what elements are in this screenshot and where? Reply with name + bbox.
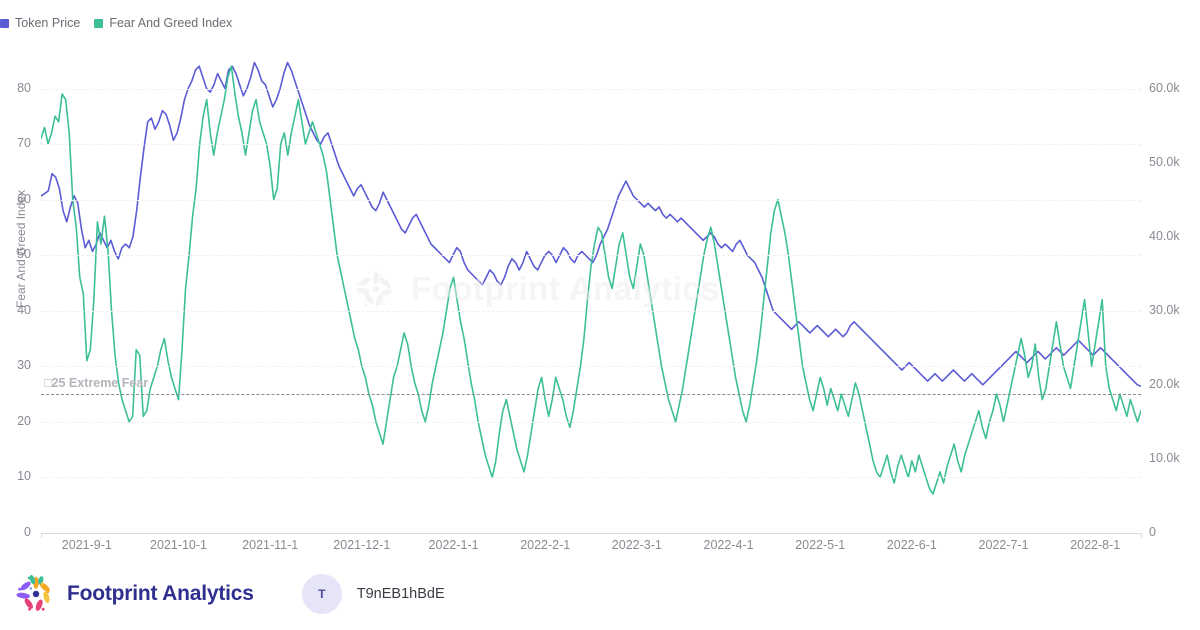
y-axis-right-tick-label: 60.0k xyxy=(1149,81,1180,95)
series-line-fear-and-greed-index xyxy=(41,66,1141,494)
legend-swatch-icon xyxy=(94,19,103,28)
gridline xyxy=(41,255,1141,256)
avatar: T xyxy=(302,574,342,614)
y-axis-left-tick-label: 60 xyxy=(0,192,31,206)
y-axis-left-tick-label: 70 xyxy=(0,136,31,150)
y-axis-right-tick-label: 40.0k xyxy=(1149,229,1180,243)
y-axis-right-tick-label: 20.0k xyxy=(1149,377,1180,391)
footprint-flower-logo-icon xyxy=(16,574,56,614)
y-axis-right-tick-label: 50.0k xyxy=(1149,155,1180,169)
y-axis-right-tick-label: 10.0k xyxy=(1149,451,1180,465)
x-axis-tick-label: 2022-7-1 xyxy=(979,538,1029,552)
x-axis-tick-label: 2022-6-1 xyxy=(887,538,937,552)
gridline xyxy=(41,311,1141,312)
y-axis-right-tick-label: 30.0k xyxy=(1149,303,1180,317)
x-axis-tick-label: 2022-3-1 xyxy=(612,538,662,552)
footer: Footprint Analytics T T9nEB1hBdE xyxy=(0,558,1200,630)
token-name: T9nEB1hBdE xyxy=(357,586,445,602)
y-axis-left-tick-label: 30 xyxy=(0,358,31,372)
x-axis-tick-label: 2022-1-1 xyxy=(429,538,479,552)
y-axis-left-tick-label: 80 xyxy=(0,81,31,95)
x-axis-tick-label: 2021-12-1 xyxy=(333,538,390,552)
x-axis-tick-label: 2022-8-1 xyxy=(1070,538,1120,552)
gridline xyxy=(41,422,1141,423)
legend-item-label: Token Price xyxy=(15,17,80,30)
x-axis-tick-label: 2022-2-1 xyxy=(520,538,570,552)
x-axis-tick-label: 2021-10-1 xyxy=(150,538,207,552)
legend-item-label: Fear And Greed Index xyxy=(109,17,232,30)
y-axis-left-tick-label: 50 xyxy=(0,247,31,261)
y-axis-left-tick-label: 10 xyxy=(0,469,31,483)
x-axis-tick-label: 2022-4-1 xyxy=(704,538,754,552)
chart-canvas xyxy=(41,44,1141,533)
chart-page: Token Price Fear And Greed Index Fear An… xyxy=(0,0,1200,630)
y-axis-left-tick-label: 40 xyxy=(0,303,31,317)
x-axis-tick-label: 2021-9-1 xyxy=(62,538,112,552)
series-line-token-price xyxy=(41,63,1141,387)
plot-area: □25 Extreme Fear xyxy=(41,44,1141,533)
x-axis-tick-label: 2021-11-1 xyxy=(242,538,298,552)
legend-swatch-icon xyxy=(0,19,9,28)
y-axis-left-tick-label: 20 xyxy=(0,414,31,428)
gridline xyxy=(41,200,1141,201)
legend-item-token-price[interactable]: Token Price xyxy=(0,17,80,30)
x-axis-tick xyxy=(41,533,42,538)
reference-line-label: □25 Extreme Fear xyxy=(44,376,148,390)
brand-name: Footprint Analytics xyxy=(67,582,254,606)
x-axis-line xyxy=(41,533,1141,534)
y-axis-right-tick-label: 0 xyxy=(1149,525,1156,539)
x-axis-tick xyxy=(1141,533,1142,538)
token-info[interactable]: T T9nEB1hBdE xyxy=(302,574,445,614)
gridline xyxy=(41,366,1141,367)
gridline xyxy=(41,89,1141,90)
chart-legend: Token Price Fear And Greed Index xyxy=(0,17,232,30)
gridline xyxy=(41,144,1141,145)
reference-line xyxy=(41,394,1141,395)
y-axis-left-tick-label: 0 xyxy=(0,525,31,539)
legend-item-fear-and-greed-index[interactable]: Fear And Greed Index xyxy=(94,17,232,30)
brand[interactable]: Footprint Analytics xyxy=(16,574,254,614)
x-axis-tick-label: 2022-5-1 xyxy=(795,538,845,552)
gridline xyxy=(41,477,1141,478)
